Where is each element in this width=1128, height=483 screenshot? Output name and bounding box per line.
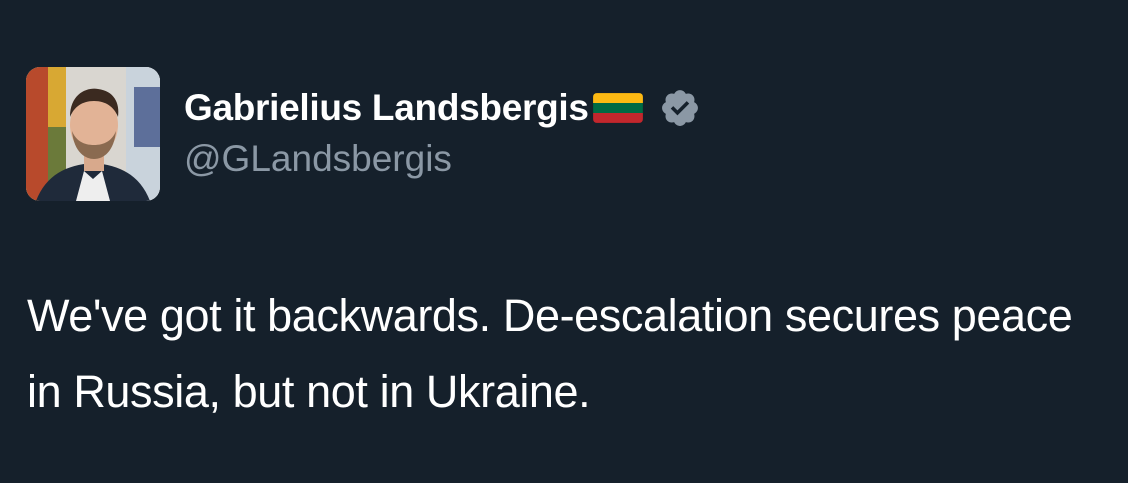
flag-lithuania-icon — [592, 93, 643, 123]
author-handle[interactable]: @GLandsbergis — [184, 138, 452, 180]
author-display-name[interactable]: Gabrielius Landsbergis — [184, 87, 589, 129]
author-name-row: Gabrielius Landsbergis — [184, 84, 701, 132]
verified-badge-icon — [659, 87, 701, 129]
tweet-text: We've got it backwards. De-escalation se… — [27, 290, 1073, 417]
avatar-photo — [26, 67, 160, 201]
avatar[interactable] — [26, 67, 160, 201]
tweet-card: Gabrielius Landsbergis @GLandsbergis We'… — [0, 0, 1128, 483]
